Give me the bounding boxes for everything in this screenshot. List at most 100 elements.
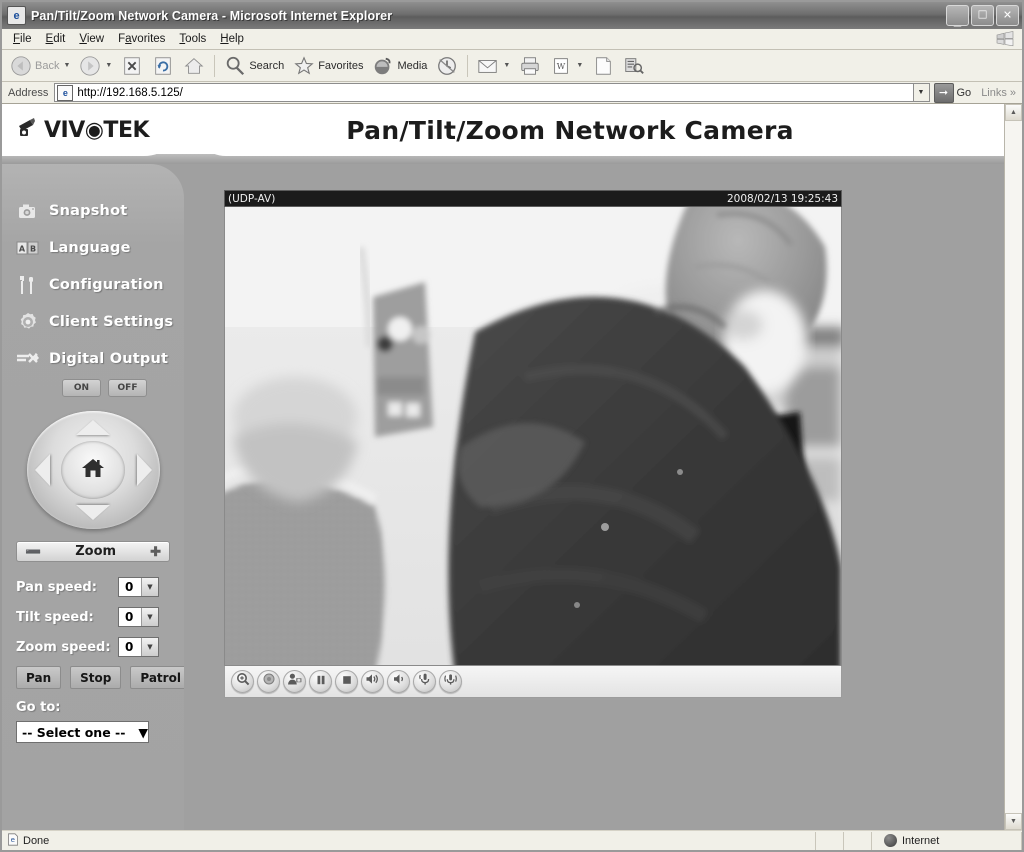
mail-button[interactable]: ▼ [473,53,514,79]
scrollbar-track[interactable] [1005,121,1022,813]
menu-item-view[interactable]: View [72,31,111,47]
discuss-button[interactable] [619,53,649,79]
digital-zoom-button[interactable] [231,670,254,693]
maximize-button[interactable]: ☐ [971,5,994,26]
ptz-control-pad[interactable] [26,411,160,529]
forward-button[interactable]: ▼ [75,53,116,79]
ptz-pad-container [2,411,184,529]
scroll-up-button[interactable]: ▲ [1005,104,1022,121]
tilt-speed-value: 0 [125,610,134,624]
toolbar-separator [214,54,216,77]
menu-item-favorites[interactable]: Favorites [111,31,172,47]
zoom-in-button[interactable]: ✚ [150,544,161,560]
menu-item-edit[interactable]: Edit [39,31,73,47]
tilt-speed-label: Tilt speed: [16,609,94,625]
talk-button[interactable] [439,670,462,693]
pan-down-button[interactable] [76,505,110,520]
home-position-button[interactable] [61,441,125,499]
vertical-scrollbar[interactable]: ▲ ▼ [1004,104,1022,830]
stop-button[interactable] [335,670,358,693]
digital-output-on-button[interactable]: ON [62,379,101,397]
toolbar-separator [467,54,469,77]
favorites-button[interactable]: Favorites [289,53,367,79]
sidebar-item-client-settings[interactable]: Client Settings [16,303,184,340]
patrol-button[interactable]: Patrol [130,666,191,689]
menu-item-file[interactable]: File [6,31,39,47]
menu-item-help[interactable]: Help [213,31,251,47]
zoom-control-bar[interactable]: ➖ Zoom ✚ [16,541,170,562]
stop-button[interactable]: Stop [70,666,122,689]
digital-output-off-button[interactable]: OFF [108,379,147,397]
status-bar: e Done Internet [2,830,1022,850]
refresh-button[interactable] [148,53,178,79]
record-button[interactable] [257,670,280,693]
sidebar-item-label: Language [49,239,131,256]
history-icon [436,55,458,77]
security-zone-cell[interactable]: Internet [872,831,1022,850]
home-icon [183,55,205,77]
tilt-speed-row: Tilt speed: 0 ▼ [16,602,184,632]
search-button[interactable]: Search [220,53,288,79]
search-label: Search [249,59,285,72]
snapshot-button[interactable] [283,670,306,693]
home-button[interactable] [179,53,209,79]
status-message-cell: e Done [2,831,816,850]
pan-up-button[interactable] [76,420,110,435]
video-stream[interactable] [224,207,842,666]
zoom-speed-select[interactable]: 0 ▼ [118,637,159,657]
mail-icon [477,55,499,77]
links-button[interactable]: Links » [977,87,1020,99]
pan-speed-select[interactable]: 0 ▼ [118,577,159,597]
content-split: Snapshot A B Language Configuration Clie… [2,164,1004,830]
goto-preset-select[interactable]: -- Select one -- ▼ [16,721,149,743]
mic-waves-icon [443,672,458,691]
minimize-button[interactable]: _ [946,5,969,29]
sidebar-item-digital-output[interactable]: Digital Output [16,340,184,377]
scroll-down-button[interactable]: ▼ [1005,813,1022,830]
volume-mute-button[interactable] [387,670,410,693]
address-dropdown-button[interactable]: ▼ [912,83,930,102]
microphone-button[interactable] [413,670,436,693]
brand-logo[interactable]: VIV◉TEK [2,104,184,156]
menu-item-tools[interactable]: Tools [172,31,213,47]
sidebar-menu: Snapshot A B Language Configuration Clie… [2,192,184,397]
forward-icon [79,55,101,77]
history-button[interactable] [432,53,462,79]
edit-button[interactable]: W ▼ [546,53,587,79]
go-button[interactable]: ➞ Go [930,82,978,103]
chevron-down-icon: ▼ [141,578,158,596]
sidebar-item-language[interactable]: A B Language [16,229,184,266]
zoom-label: Zoom [75,544,117,559]
page-icon: e [57,84,74,101]
chevron-down-icon[interactable]: ▼ [503,62,510,69]
messenger-button[interactable] [588,53,618,79]
stop-button[interactable] [117,53,147,79]
address-input[interactable]: e http://192.168.5.125/ [54,83,913,102]
globe-icon [884,834,897,847]
volume-up-button[interactable] [361,670,384,693]
print-button[interactable] [515,53,545,79]
media-button[interactable]: Media [368,53,431,79]
sidebar-item-configuration[interactable]: Configuration [16,266,184,303]
address-bar: Address e http://192.168.5.125/ ▼ ➞ Go L… [2,82,1022,104]
go-arrow-icon: ➞ [933,82,954,103]
maximize-icon: ☐ [977,9,988,21]
chevron-down-icon[interactable]: ▼ [105,62,112,69]
back-button[interactable]: Back ▼ [6,53,74,79]
address-label: Address [8,86,49,99]
video-frame-image [225,207,841,665]
pan-right-button[interactable] [136,454,152,486]
media-icon [372,55,394,77]
sidebar-item-snapshot[interactable]: Snapshot [16,192,184,229]
svg-text:B: B [30,244,36,253]
close-button[interactable]: ✕ [996,5,1019,26]
minimize-icon: _ [953,13,962,29]
zoom-out-button[interactable]: ➖ [25,544,41,560]
signal-icon [16,348,40,370]
chevron-down-icon[interactable]: ▼ [576,62,583,69]
pan-button[interactable]: Pan [16,666,62,689]
pause-button[interactable] [309,670,332,693]
pan-left-button[interactable] [34,454,50,486]
chevron-down-icon[interactable]: ▼ [63,62,70,69]
tilt-speed-select[interactable]: 0 ▼ [118,607,159,627]
